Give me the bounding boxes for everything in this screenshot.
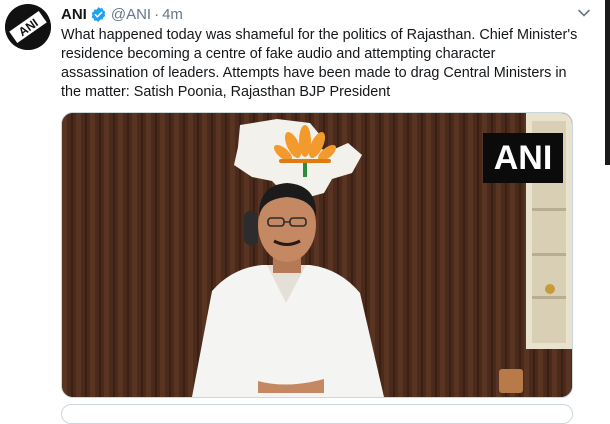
tweet-timestamp[interactable]: 4m — [162, 6, 183, 23]
next-tweet-card[interactable] — [61, 404, 573, 424]
tweet-video[interactable]: ANI — [61, 112, 573, 398]
avatar[interactable]: ANI — [5, 4, 51, 50]
author-handle[interactable]: @ANI — [111, 6, 151, 23]
ani-watermark: ANI — [483, 133, 563, 183]
tweet-header: ANI @ANI · 4m — [61, 5, 183, 23]
verified-badge-icon — [91, 6, 106, 22]
separator-dot: · — [154, 5, 160, 23]
ani-watermark-text: ANI — [494, 139, 553, 177]
video-frame: ANI — [62, 113, 572, 397]
author-name[interactable]: ANI — [61, 6, 87, 23]
tweet-card[interactable]: ANI ANI @ANI · 4m What happened today wa… — [0, 0, 610, 424]
scroll-edge — [605, 0, 610, 165]
tweet-text: What happened today was shameful for the… — [61, 27, 578, 100]
chevron-down-icon[interactable] — [577, 6, 591, 20]
ani-logo-icon: ANI — [5, 4, 51, 50]
